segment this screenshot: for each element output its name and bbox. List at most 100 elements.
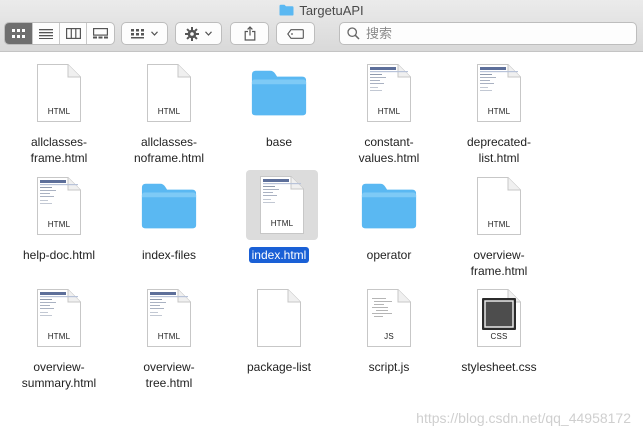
file-name-label: stylesheet.css (444, 359, 554, 375)
file-item[interactable]: HTML allclasses- frame.html (4, 57, 114, 169)
chevron-down-icon (205, 31, 212, 36)
file-type-badge: JS (384, 332, 394, 341)
blank-document-icon (250, 287, 308, 349)
share-control (230, 22, 269, 45)
file-item[interactable]: HTML index.html (224, 170, 334, 282)
file-item[interactable]: HTML overview- summary.html (4, 282, 114, 394)
file-name-label: overview- frame.html (444, 247, 554, 279)
html-document-icon: HTML (140, 62, 198, 124)
folder-item[interactable]: base (224, 57, 334, 169)
action-control (175, 22, 222, 45)
file-name-text: stylesheet.css (461, 360, 537, 374)
js-document-icon: JS (360, 287, 418, 349)
search-input[interactable] (366, 26, 616, 41)
list-view-button[interactable] (33, 23, 60, 44)
file-type-badge: HTML (157, 107, 181, 116)
folder-icon (360, 175, 418, 237)
file-name-text: help-doc.html (22, 248, 96, 262)
html-document-icon: HTML (470, 62, 528, 124)
file-name-label: help-doc.html (4, 247, 114, 263)
file-type-badge: HTML (47, 332, 71, 341)
icon-view-button[interactable] (5, 23, 33, 44)
gallery-view-button[interactable] (87, 23, 114, 44)
file-item[interactable]: package-list (224, 282, 334, 394)
file-name-text: index.html (248, 247, 310, 263)
file-name-label: deprecated- list.html (444, 134, 554, 166)
file-item[interactable]: HTML allclasses- noframe.html (114, 57, 224, 169)
icon-grid-icon (11, 28, 25, 38)
file-name-text: deprecated- list.html (466, 135, 532, 165)
file-type-badge: HTML (487, 220, 511, 229)
share-icon (244, 26, 255, 41)
file-name-text: allclasses- noframe.html (133, 135, 205, 165)
file-name-label: script.js (334, 359, 444, 375)
group-by-button[interactable] (122, 23, 167, 44)
folder-icon (140, 175, 198, 237)
html-document-icon: HTML (30, 287, 88, 349)
toolbar: TargetuAPI (0, 0, 643, 52)
file-type-badge: HTML (47, 220, 71, 229)
share-button[interactable] (231, 23, 268, 44)
folder-item[interactable]: index-files (114, 170, 224, 282)
file-type-badge: HTML (157, 332, 181, 341)
file-name-label: base (224, 134, 334, 150)
group-by-control (121, 22, 168, 45)
file-type-badge: HTML (487, 107, 511, 116)
watermark-text: https://blog.csdn.net/qq_44958172 (416, 410, 631, 426)
file-item[interactable]: JS script.js (334, 282, 444, 394)
column-view-button[interactable] (60, 23, 87, 44)
html-document-icon: HTML (360, 62, 418, 124)
folder-icon (250, 62, 308, 124)
file-name-label: package-list (224, 359, 334, 375)
file-item[interactable]: CSS stylesheet.css (444, 282, 554, 394)
tags-control (276, 22, 315, 45)
columns-icon (65, 28, 81, 39)
file-name-text: constant- values.html (358, 135, 420, 165)
file-grid: HTML allclasses- frame.html HTML allclasses… (0, 53, 643, 436)
file-name-text: base (265, 135, 293, 149)
chevron-down-icon (151, 31, 158, 36)
css-document-icon: CSS (470, 287, 528, 349)
search-icon (347, 27, 360, 40)
folder-icon (279, 4, 294, 16)
file-item[interactable]: HTML constant- values.html (334, 57, 444, 169)
file-name-text: overview- summary.html (21, 360, 97, 390)
file-name-text: operator (366, 248, 412, 262)
gallery-icon (93, 28, 108, 39)
file-type-badge: HTML (47, 107, 71, 116)
view-mode-control (4, 22, 115, 45)
file-type-badge: CSS (490, 332, 508, 341)
file-name-text: overview- tree.html (143, 360, 195, 390)
folder-item[interactable]: operator (334, 170, 444, 282)
group-grid-icon (131, 28, 144, 38)
file-item[interactable]: HTML deprecated- list.html (444, 57, 554, 169)
html-document-icon: HTML (140, 287, 198, 349)
file-name-text: script.js (368, 360, 410, 374)
list-icon (39, 28, 53, 39)
file-type-badge: HTML (377, 107, 401, 116)
file-item[interactable]: HTML overview- frame.html (444, 170, 554, 282)
file-name-text: allclasses- frame.html (30, 135, 88, 165)
tags-button[interactable] (277, 23, 314, 44)
file-item[interactable]: HTML overview- tree.html (114, 282, 224, 394)
html-document-icon: HTML (246, 170, 318, 240)
file-name-label: allclasses- noframe.html (114, 134, 224, 166)
file-name-text: overview- frame.html (470, 248, 528, 278)
action-button[interactable] (176, 23, 221, 44)
file-name-label: constant- values.html (334, 134, 444, 166)
window-title: TargetuAPI (0, 2, 643, 18)
file-name-label: index-files (114, 247, 224, 263)
search-field[interactable] (339, 22, 637, 45)
file-name-label: overview- tree.html (114, 359, 224, 391)
html-document-icon: HTML (470, 175, 528, 237)
file-item[interactable]: HTML help-doc.html (4, 170, 114, 282)
html-document-icon: HTML (30, 62, 88, 124)
file-type-badge: HTML (270, 219, 294, 228)
file-name-label: index.html (224, 247, 334, 263)
file-name-text: index-files (141, 248, 197, 262)
file-name-text: package-list (246, 360, 312, 374)
file-name-label: allclasses- frame.html (4, 134, 114, 166)
html-document-icon: HTML (30, 175, 88, 237)
file-name-label: overview- summary.html (4, 359, 114, 391)
file-name-label: operator (334, 247, 444, 263)
